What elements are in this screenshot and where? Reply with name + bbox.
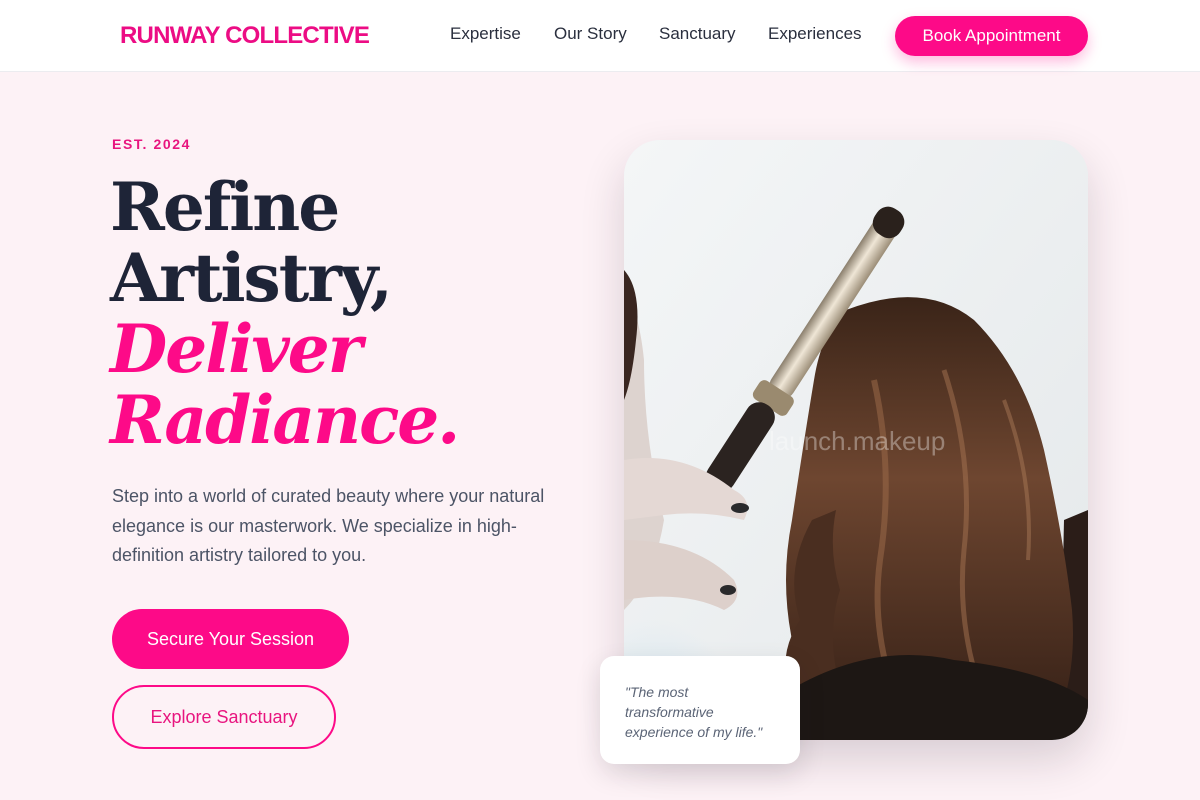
hair-styling-illustration: launch.makeup — [624, 140, 1088, 740]
explore-sanctuary-button[interactable]: Explore Sanctuary — [112, 685, 336, 749]
headline-line-1: Refine — [110, 168, 340, 246]
headline-line-3: Deliver — [110, 310, 362, 388]
hero-headline: Refine Artistry, Deliver Radiance. — [110, 168, 460, 459]
headline-line-4: Radiance. — [110, 381, 460, 459]
secure-session-button[interactable]: Secure Your Session — [112, 609, 349, 669]
testimonial-quote: "The most transformative experience of m… — [625, 684, 763, 740]
nav-link-expertise[interactable]: Expertise — [450, 24, 521, 44]
testimonial-card: "The most transformative experience of m… — [600, 656, 800, 764]
hero-description: Step into a world of curated beauty wher… — [112, 486, 545, 565]
nav-link-experiences[interactable]: Experiences — [768, 24, 862, 44]
nav-link-sanctuary[interactable]: Sanctuary — [659, 24, 736, 44]
image-watermark: launch.makeup — [769, 426, 945, 456]
hero-photo: launch.makeup — [624, 140, 1088, 740]
site-header: RUNWAY COLLECTIVE Expertise Our Story Sa… — [0, 0, 1200, 72]
book-appointment-button[interactable]: Book Appointment — [895, 16, 1088, 56]
established-label: EST. 2024 — [112, 136, 191, 152]
brand-logo[interactable]: RUNWAY COLLECTIVE — [120, 22, 370, 50]
headline-line-2: Artistry, — [110, 239, 393, 317]
nav-link-our-story[interactable]: Our Story — [554, 24, 627, 44]
